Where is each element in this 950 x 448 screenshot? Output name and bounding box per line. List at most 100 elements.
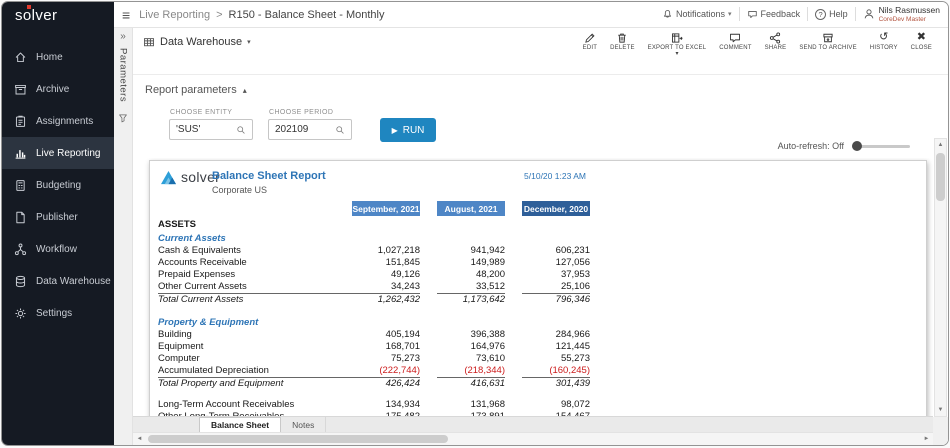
horizontal-scrollbar[interactable]: ◄ ► bbox=[133, 432, 933, 445]
period-input[interactable] bbox=[269, 120, 335, 139]
row-value: 149,989 bbox=[437, 257, 505, 269]
row-value: 284,966 bbox=[522, 329, 590, 341]
column-header: August, 2021 bbox=[437, 201, 505, 216]
auto-refresh-slider[interactable] bbox=[852, 145, 910, 148]
row-value: 606,231 bbox=[522, 245, 590, 257]
row-value: 164,976 bbox=[437, 341, 505, 353]
send-to-archive-button[interactable]: SEND TO ARCHIVE bbox=[799, 31, 856, 57]
table-row: Prepaid Expenses49,12648,20037,953 bbox=[150, 269, 926, 281]
collapse-chevrons-icon[interactable]: » bbox=[120, 31, 126, 42]
app-window: solver Home Archive Assignments Live Rep… bbox=[1, 1, 949, 446]
row-value: 426,424 bbox=[352, 377, 420, 390]
row-value: 405,194 bbox=[352, 329, 420, 341]
hamburger-menu-icon[interactable]: ≡ bbox=[122, 8, 130, 22]
search-icon[interactable] bbox=[335, 125, 351, 135]
row-label: Accumulated Depreciation bbox=[158, 365, 352, 377]
home-icon bbox=[13, 50, 27, 64]
scroll-up-icon[interactable]: ▲ bbox=[935, 139, 946, 151]
run-button[interactable]: ▶ RUN bbox=[380, 118, 436, 142]
feedback-button[interactable]: Feedback bbox=[747, 9, 801, 20]
table-row: Other Current Assets34,24333,51225,106 bbox=[150, 281, 926, 293]
search-icon[interactable] bbox=[236, 125, 252, 135]
sidebar-item-label: Budgeting bbox=[36, 180, 81, 191]
row-value: 796,346 bbox=[522, 293, 590, 306]
row-label: Equipment bbox=[158, 341, 352, 353]
sidebar-item-publisher[interactable]: Publisher bbox=[2, 201, 114, 233]
history-button[interactable]: ↺ HISTORY bbox=[870, 31, 898, 57]
user-menu[interactable]: Nils Rasmussen CoreDev Master bbox=[863, 6, 940, 22]
entity-input[interactable] bbox=[170, 120, 236, 139]
slider-knob[interactable] bbox=[852, 141, 862, 151]
table-row: Equipment168,701164,976121,445 bbox=[150, 341, 926, 353]
table-row: Accounts Receivable151,845149,989127,056 bbox=[150, 257, 926, 269]
main-column: ≡ Live Reporting > R150 - Balance Sheet … bbox=[114, 2, 948, 445]
solver-mark-icon bbox=[160, 170, 177, 185]
sidebar-nav: Home Archive Assignments Live Reporting … bbox=[2, 41, 114, 329]
table-row: Total Property and Equipment426,424416,6… bbox=[150, 377, 926, 390]
horizontal-scroll-thumb[interactable] bbox=[148, 435, 448, 443]
breadcrumb-page: R150 - Balance Sheet - Monthly bbox=[229, 9, 385, 21]
row-label: Total Property and Equipment bbox=[158, 377, 352, 390]
sidebar-item-live-reporting[interactable]: Live Reporting bbox=[2, 137, 114, 169]
tab-balance-sheet[interactable]: Balance Sheet bbox=[199, 417, 281, 432]
row-value: 49,126 bbox=[352, 269, 420, 281]
export-to-excel-button[interactable]: EXPORT TO EXCEL ▾ bbox=[648, 31, 707, 57]
sidebar-item-label: Home bbox=[36, 52, 63, 63]
close-button[interactable]: ✖ CLOSE bbox=[911, 31, 932, 57]
close-icon: ✖ bbox=[917, 31, 926, 44]
report-parameters-toggle[interactable]: Report parameters ▴ bbox=[145, 84, 247, 96]
sidebar-item-label: Settings bbox=[36, 308, 72, 319]
feedback-label: Feedback bbox=[761, 9, 801, 19]
database-icon bbox=[13, 274, 27, 288]
sidebar-item-archive[interactable]: Archive bbox=[2, 73, 114, 105]
row-label: Computer bbox=[158, 353, 352, 365]
sidebar-item-budgeting[interactable]: Budgeting bbox=[2, 169, 114, 201]
row-value: 98,072 bbox=[522, 399, 590, 411]
user-role: CoreDev Master bbox=[879, 16, 940, 23]
breadcrumb-section[interactable]: Live Reporting bbox=[139, 9, 210, 21]
clipboard-icon bbox=[13, 114, 27, 128]
notifications-label: Notifications bbox=[676, 9, 725, 19]
share-button[interactable]: SHARE bbox=[765, 31, 787, 57]
logo-dot-icon bbox=[27, 5, 31, 9]
filter-icon[interactable] bbox=[118, 110, 128, 128]
sidebar-item-home[interactable]: Home bbox=[2, 41, 114, 73]
tab-notes[interactable]: Notes bbox=[281, 417, 326, 432]
table-row: Long-Term Account Receivables134,934131,… bbox=[150, 399, 926, 411]
scroll-down-icon[interactable]: ▼ bbox=[935, 404, 946, 416]
history-icon: ↺ bbox=[879, 31, 888, 44]
row-value: 1,173,642 bbox=[437, 293, 505, 306]
scroll-left-icon[interactable]: ◄ bbox=[133, 436, 146, 442]
comment-button[interactable]: COMMENT bbox=[719, 31, 751, 57]
table-row: Accumulated Depreciation(222,744)(218,34… bbox=[150, 365, 926, 377]
help-button[interactable]: ? Help bbox=[815, 9, 848, 20]
breadcrumb-separator: > bbox=[216, 9, 222, 21]
column-header: September, 2021 bbox=[352, 201, 420, 216]
sidebar-item-workflow[interactable]: Workflow bbox=[2, 233, 114, 265]
report-card: solver Balance Sheet Report Corporate US… bbox=[149, 160, 927, 417]
edit-button[interactable]: EDIT bbox=[583, 31, 597, 57]
document-icon bbox=[13, 210, 27, 224]
notifications-button[interactable]: Notifications ▾ bbox=[662, 9, 732, 20]
bell-icon bbox=[662, 9, 673, 20]
row-label: Current Assets bbox=[158, 233, 352, 245]
trash-icon bbox=[616, 31, 628, 44]
help-label: Help bbox=[829, 9, 848, 19]
export-excel-icon bbox=[671, 31, 683, 44]
speech-bubble-icon bbox=[747, 9, 758, 20]
sidebar-item-data-warehouse[interactable]: Data Warehouse bbox=[2, 265, 114, 297]
scroll-right-icon[interactable]: ► bbox=[920, 436, 933, 442]
sidebar-item-assignments[interactable]: Assignments bbox=[2, 105, 114, 137]
sidebar-item-settings[interactable]: Settings bbox=[2, 297, 114, 329]
solver-logo[interactable]: solver bbox=[2, 2, 114, 29]
row-value: (218,344) bbox=[437, 365, 505, 377]
data-source-selector[interactable]: Data Warehouse ▾ bbox=[143, 36, 251, 48]
report-timestamp: 5/10/20 1:23 AM bbox=[515, 171, 595, 181]
vertical-scrollbar[interactable]: ▲ ▼ bbox=[934, 138, 947, 417]
delete-button[interactable]: DELETE bbox=[610, 31, 635, 57]
comment-bubble-icon bbox=[729, 31, 741, 44]
gear-icon bbox=[13, 306, 27, 320]
topbar-actions: Notifications ▾ Feedback ? Help Ni bbox=[662, 6, 940, 22]
vertical-scroll-thumb[interactable] bbox=[936, 153, 945, 201]
row-label: Long-Term Account Receivables bbox=[158, 399, 352, 411]
